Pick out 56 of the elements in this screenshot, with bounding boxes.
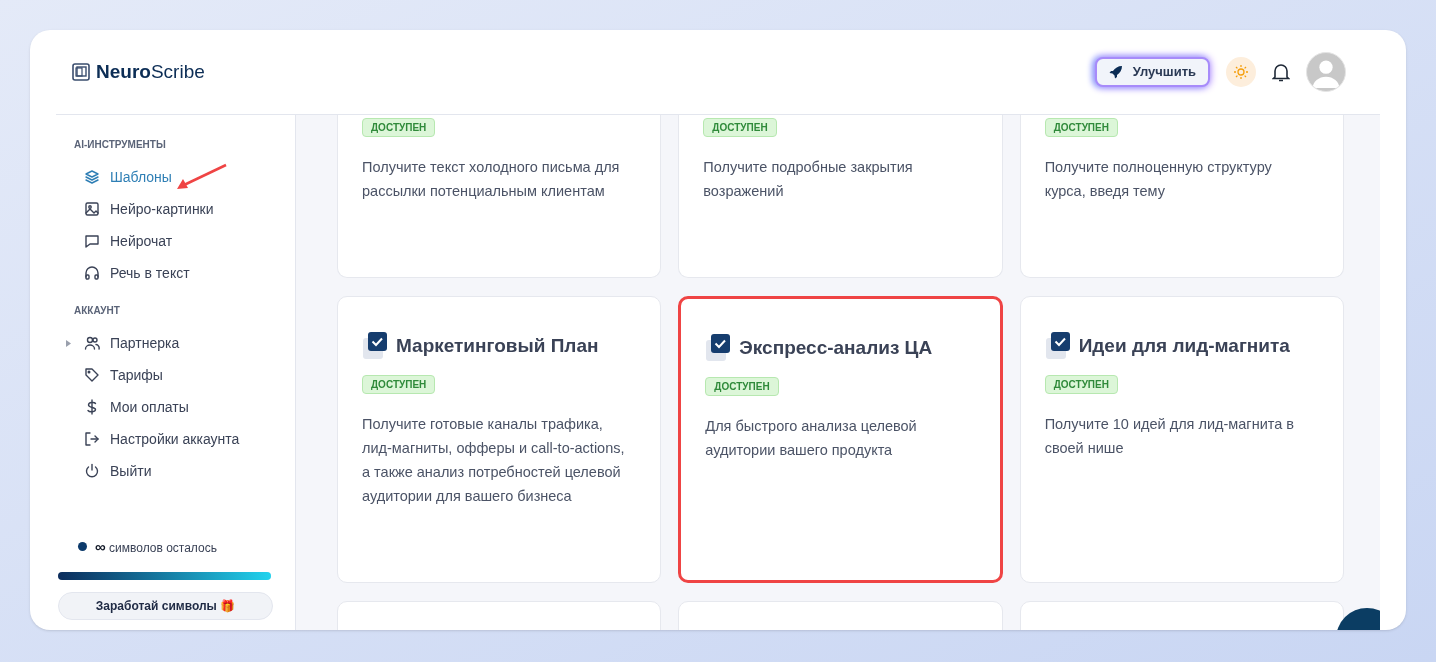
upgrade-button[interactable]: Улучшить xyxy=(1094,57,1210,87)
status-badge: ДОСТУПЕН xyxy=(703,118,777,137)
sun-icon xyxy=(1233,64,1249,80)
rocket-icon xyxy=(1108,65,1123,79)
card-description: Получите текст холодного письма для рассылки потенциальным клиентам xyxy=(362,158,621,201)
sidebar-item[interactable]: Партнерка xyxy=(66,332,180,354)
template-card[interactable] xyxy=(337,601,662,630)
headphones-icon xyxy=(84,265,100,281)
bell-icon[interactable] xyxy=(1272,62,1290,82)
card-description: Получите готовые каналы трафика, лид-магниты, офферы и call-to-actions, а также анализ потребностей целевой аудитории для вашего бизнеса xyxy=(362,415,626,506)
avatar[interactable] xyxy=(1306,52,1346,92)
sidebar-item[interactable]: Шаблоны xyxy=(66,162,230,192)
template-card[interactable]: ДОСТУПЕН Получите текст холодного письма для рассылки потенциальным клиентам xyxy=(337,115,662,278)
card-description: Получите 10 идей для лид-магнита в своей нише xyxy=(1044,415,1296,458)
layers-icon xyxy=(84,169,100,185)
section-title: AI-ИНСТРУМЕНТЫ xyxy=(74,138,167,151)
expand-caret-icon[interactable] xyxy=(66,339,71,347)
sidebar-item[interactable]: Нейрочат xyxy=(66,230,173,252)
logo-icon xyxy=(72,63,90,81)
template-card[interactable]: ДОСТУПЕН Получите подробные закрытия возражений xyxy=(678,115,1003,278)
status-badge: ДОСТУПЕН xyxy=(362,375,436,394)
sidebar-item[interactable]: Настройки аккаунта xyxy=(66,428,240,450)
card-description: Для быстрого анализа целевой аудитории вашего продукта xyxy=(705,417,918,460)
sidebar-item[interactable]: Речь в текст xyxy=(66,262,190,284)
earn-symbols-button[interactable]: Заработай символы 🎁 xyxy=(58,592,273,620)
power-icon xyxy=(84,463,100,479)
template-card[interactable]: Экспресс-анализ ЦА ДОСТУПЕН Для быстрого анализа целевой аудитории вашего продукта xyxy=(678,296,1003,583)
template-card[interactable]: Маркетинговый План ДОСТУПЕН Получите готовые каналы трафика, лид-магниты, офферы и call-to-actions, а также анализ потребностей целевой аудитории для вашего бизнеса xyxy=(337,296,662,583)
chat-icon xyxy=(84,233,100,249)
users-icon xyxy=(84,335,100,351)
image-icon xyxy=(84,201,100,217)
status-badge: ДОСТУПЕН xyxy=(1044,118,1118,137)
tag-icon xyxy=(84,367,100,383)
template-card[interactable]: Идеи для лид-магнита ДОСТУПЕН Получите 10 идей для лид-магнита в своей нише xyxy=(1019,296,1344,583)
status-badge: ДОСТУПЕН xyxy=(362,118,436,137)
checkbox-note-icon xyxy=(705,333,732,363)
logout-icon xyxy=(84,431,100,447)
sidebar-item[interactable]: Мои оплаты xyxy=(66,396,189,418)
card-title: Идеи для лид-магнита xyxy=(1078,333,1290,358)
sidebar-item[interactable]: Нейро-картинки xyxy=(66,198,214,220)
status-badge: ДОСТУПЕН xyxy=(705,377,779,396)
sidebar-item[interactable]: Выйти xyxy=(66,460,152,482)
card-title: Экспресс-анализ ЦА xyxy=(739,335,933,360)
section-title: АККАУНТ xyxy=(74,304,121,317)
checkbox-note-icon xyxy=(1044,331,1071,361)
checkbox-note-icon xyxy=(362,331,388,361)
card-description: Получите подробные закрытия возражений xyxy=(703,158,914,201)
theme-toggle-button[interactable] xyxy=(1226,57,1256,87)
template-card[interactable]: ДОСТУПЕН Получите полноценную структуру курса, введя тему xyxy=(1019,115,1344,278)
logo-text: NeuroScribe xyxy=(96,59,205,84)
template-card[interactable] xyxy=(678,601,1003,630)
symbols-remaining: ∞ символов осталось xyxy=(95,536,217,557)
sidebar-item[interactable]: Тарифы xyxy=(66,364,163,386)
status-badge: ДОСТУПЕН xyxy=(1044,375,1118,394)
card-title: Маркетинговый План xyxy=(396,333,599,358)
card-description: Получите полноценную структуру курса, введя тему xyxy=(1044,158,1273,201)
